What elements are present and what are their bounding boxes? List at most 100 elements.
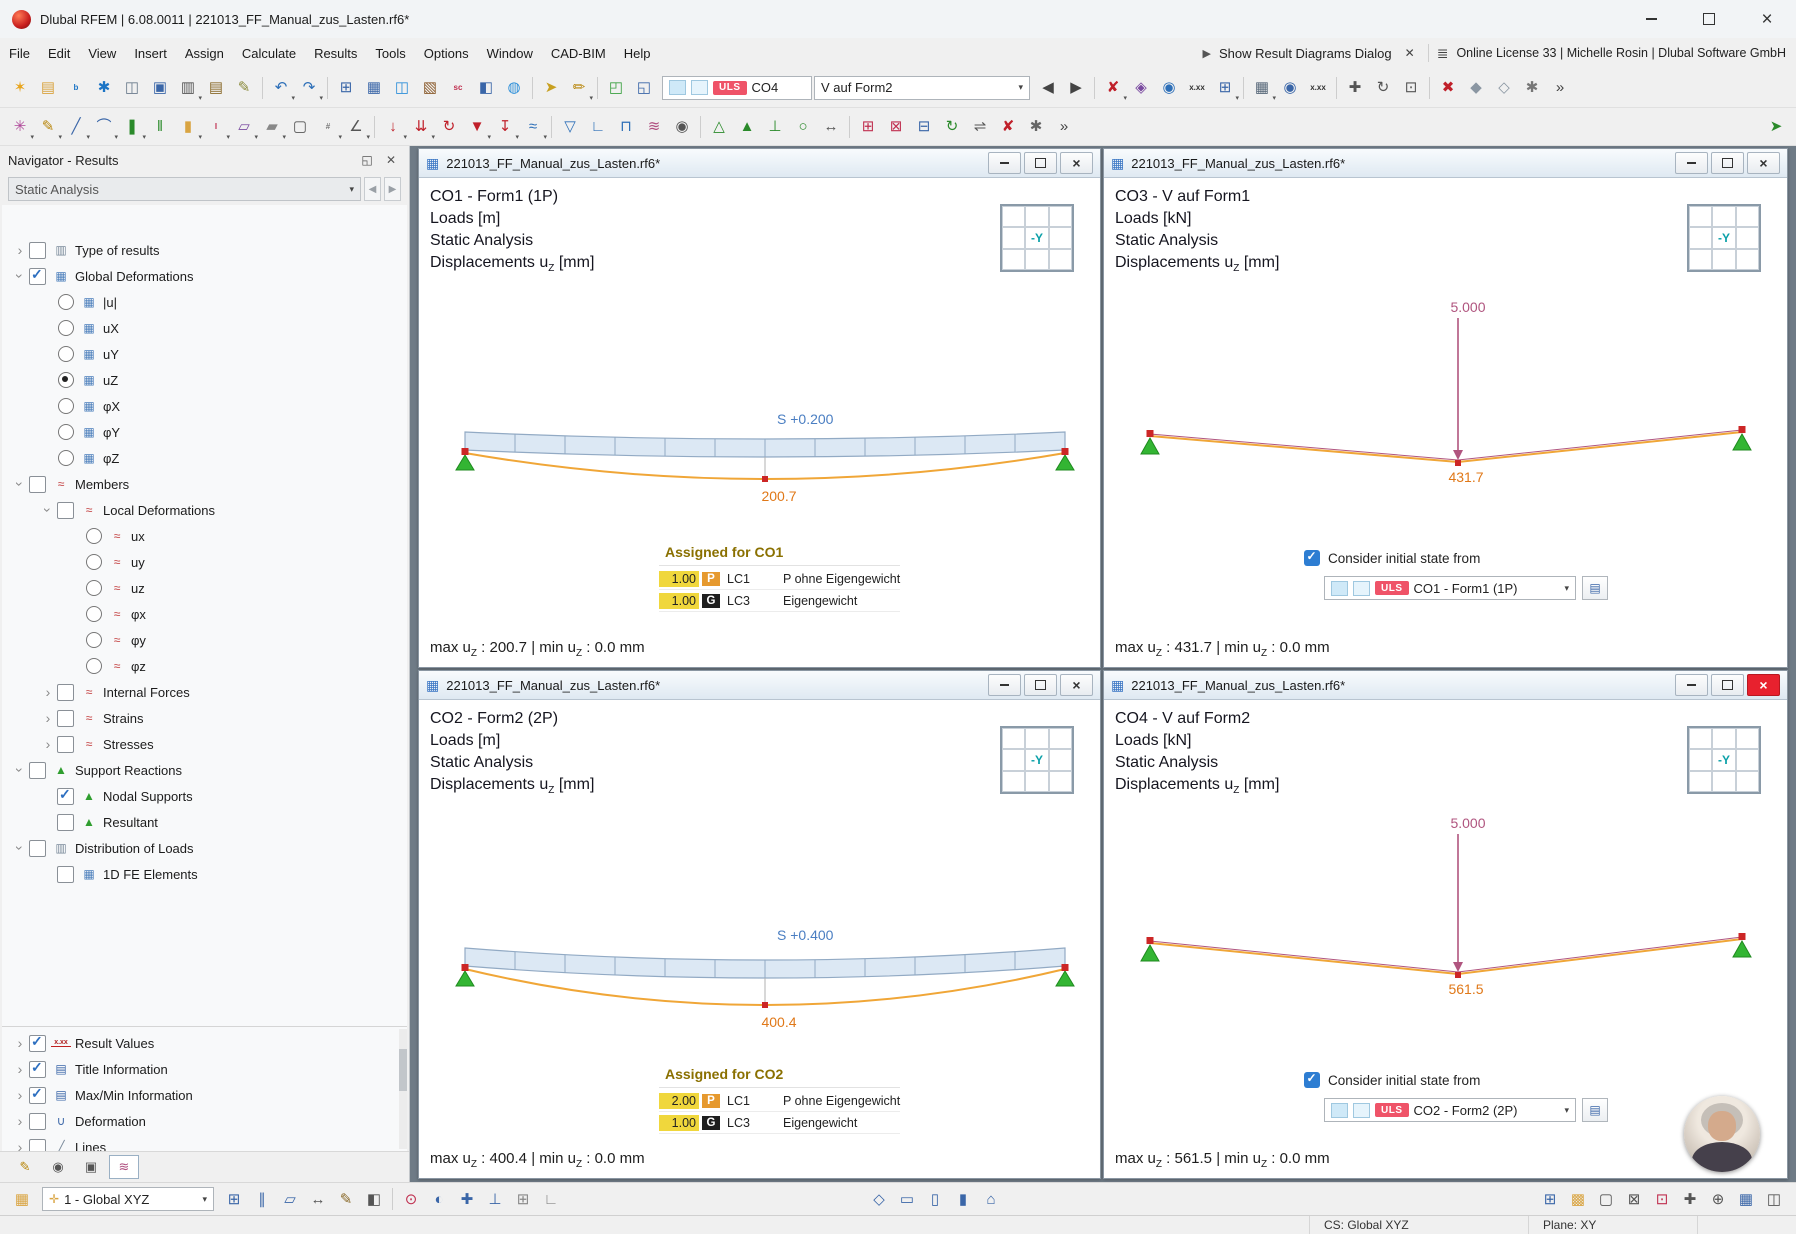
result-trajectories-button[interactable]: ≋ xyxy=(640,113,668,141)
nodal-load-button[interactable]: ↓▾ xyxy=(379,113,407,141)
view-cube-cell[interactable] xyxy=(1712,728,1735,749)
tree-item-members[interactable]: ›≈Members xyxy=(2,471,407,497)
tree-item-y[interactable]: ▦φY xyxy=(2,419,407,445)
result-window-co1[interactable]: ▦ 221013_FF_Manual_zus_Lasten.rf6* × CO1… xyxy=(418,148,1101,668)
stop-calculation-button[interactable]: ✖ xyxy=(1434,74,1462,102)
view-cube-cell[interactable] xyxy=(1049,771,1072,792)
display-option-lines[interactable]: ›╱Lines xyxy=(2,1134,407,1151)
view-isometric-button[interactable]: ◇ xyxy=(865,1185,893,1213)
minimize-button[interactable] xyxy=(1675,674,1708,696)
show-full-model-button[interactable]: ⌂ xyxy=(977,1185,1005,1213)
view-cube[interactable]: -Y xyxy=(1000,204,1074,272)
filter-view-button[interactable]: ▽ xyxy=(556,113,584,141)
maximize-button[interactable] xyxy=(1680,0,1738,38)
snap-perpendicular-button[interactable]: ⊥ xyxy=(481,1185,509,1213)
radio-y[interactable] xyxy=(86,632,102,648)
save-model-button[interactable]: ▣ xyxy=(146,74,174,102)
solid-display-mode-button[interactable]: ◆ xyxy=(1462,74,1490,102)
nodal-support-button[interactable]: △ xyxy=(705,113,733,141)
radio-z[interactable] xyxy=(86,658,102,674)
model-view[interactable]: CO1 - Form1 (1P) Loads [m] Static Analys… xyxy=(419,178,1100,667)
export-sc-button[interactable]: sc xyxy=(444,74,472,102)
menu-results[interactable]: Results xyxy=(305,40,366,67)
new-section-button[interactable]: I▾ xyxy=(202,113,230,141)
display-option-result-values[interactable]: ›x.xxResult Values xyxy=(2,1030,407,1056)
moment-load-button[interactable]: ↻ xyxy=(435,113,463,141)
expand-chevron-icon[interactable]: › xyxy=(40,736,56,752)
tree-item-distribution-of-loads[interactable]: ›▥Distribution of Loads xyxy=(2,835,407,861)
regenerate-model-button[interactable]: ↻ xyxy=(938,113,966,141)
license-list-icon[interactable]: ≣ xyxy=(1437,45,1449,62)
view-cube-cell[interactable] xyxy=(1002,249,1025,270)
new-solid-button[interactable]: ▰▾ xyxy=(258,113,286,141)
visibility-states-button[interactable]: ◉ xyxy=(1276,74,1304,102)
new-column-button[interactable]: ▮▾ xyxy=(174,113,202,141)
child-window-titlebar[interactable]: ▦ 221013_FF_Manual_zus_Lasten.rf6* × xyxy=(1104,671,1787,700)
menu-insert[interactable]: Insert xyxy=(125,40,176,67)
tree-item-strains[interactable]: ›≈Strains xyxy=(2,705,407,731)
coordinate-system-combo[interactable]: ✛ 1 - Global XYZ ▾ xyxy=(42,1187,214,1211)
radio-uy[interactable] xyxy=(58,346,74,362)
section-diagram-button[interactable]: ⊓ xyxy=(612,113,640,141)
next-load-case-button[interactable]: ▶ xyxy=(1062,74,1090,102)
fixed-support-button[interactable]: ⊥ xyxy=(761,113,789,141)
export-file-button[interactable]: ▤ xyxy=(202,74,230,102)
tab-display[interactable]: ✎ xyxy=(10,1155,40,1179)
tree-item-type-of-results[interactable]: ›▥Type of results xyxy=(2,237,407,263)
next-analysis-button[interactable]: ▶ xyxy=(384,177,401,201)
tree-item-uz[interactable]: ≈uz xyxy=(2,575,407,601)
result-diagram-button[interactable]: ∟ xyxy=(584,113,612,141)
snap-grid-button[interactable]: ⊞ xyxy=(509,1185,537,1213)
work-plane-select-button[interactable]: ▦ xyxy=(8,1185,36,1213)
radio-ux[interactable] xyxy=(86,528,102,544)
tab-results[interactable]: ≋ xyxy=(109,1155,139,1179)
background-display-button[interactable]: ◫ xyxy=(1760,1185,1788,1213)
radio-ux[interactable] xyxy=(58,320,74,336)
child-window-titlebar[interactable]: ▦ 221013_FF_Manual_zus_Lasten.rf6* × xyxy=(419,671,1100,700)
view-xy-button[interactable]: ▭ xyxy=(893,1185,921,1213)
tree-item-local-deformations[interactable]: ›≈Local Deformations xyxy=(2,497,407,523)
new-model-button[interactable]: ✶ xyxy=(6,74,34,102)
display-option-deformation[interactable]: ›∪Deformation xyxy=(2,1108,407,1134)
visual-objects-button[interactable]: ◧ xyxy=(360,1185,388,1213)
view-cube-cell[interactable] xyxy=(1049,227,1072,248)
maximize-button[interactable] xyxy=(1711,674,1744,696)
work-planes-button[interactable]: ▱ xyxy=(276,1185,304,1213)
camera-view-button[interactable]: ◉ xyxy=(668,113,696,141)
menu-assign[interactable]: Assign xyxy=(176,40,233,67)
view-cube-cell[interactable] xyxy=(1736,749,1759,770)
radio-x[interactable] xyxy=(86,606,102,622)
panel-settings-button[interactable]: ⊞▾ xyxy=(1211,74,1239,102)
view-cube-cell[interactable] xyxy=(1049,206,1072,227)
view-cube-face-label[interactable]: -Y xyxy=(1712,227,1735,248)
generate-model-button[interactable]: ✳▾ xyxy=(6,113,34,141)
view-cube-cell[interactable] xyxy=(1049,749,1072,770)
tree-item-uz[interactable]: ▦uZ xyxy=(2,367,407,393)
checkbox-lines[interactable] xyxy=(29,1139,46,1152)
checkbox-support-reactions[interactable] xyxy=(29,762,46,779)
view-cube-face-label[interactable]: -Y xyxy=(1025,227,1048,248)
checkbox-1d-fe-elements[interactable] xyxy=(57,866,74,883)
printout-report-button[interactable]: ▧ xyxy=(416,74,444,102)
view-cube-cell[interactable] xyxy=(1025,728,1048,749)
view-cube-cell[interactable] xyxy=(1736,227,1759,248)
tree-item-x[interactable]: ≈φx xyxy=(2,601,407,627)
minimize-button[interactable] xyxy=(1622,0,1680,38)
tree-item-internal-forces[interactable]: ›≈Internal Forces xyxy=(2,679,407,705)
close-button[interactable]: × xyxy=(1060,674,1093,696)
minimize-button[interactable] xyxy=(988,674,1021,696)
model-view[interactable]: CO4 - V auf Form2 Loads [kN] Static Anal… xyxy=(1104,700,1787,1178)
result-tables-button[interactable]: ▦ xyxy=(360,74,388,102)
radio-z[interactable] xyxy=(58,450,74,466)
result-interpolation-button[interactable]: ◈ xyxy=(1127,74,1155,102)
view-cube[interactable]: -Y xyxy=(1687,726,1761,794)
rotate-view-button[interactable]: ↻ xyxy=(1369,74,1397,102)
initial-state-combo[interactable]: ULS CO2 - Form2 (2P) ▾ xyxy=(1324,1098,1576,1122)
checkbox-max-min-information[interactable] xyxy=(29,1087,46,1104)
measure-angle-button[interactable]: ∠▾ xyxy=(342,113,370,141)
dlubal-online-button[interactable]: b xyxy=(62,74,90,102)
display-properties-button[interactable]: ◧ xyxy=(472,74,500,102)
tree-item-z[interactable]: ▦φZ xyxy=(2,445,407,471)
expand-chevron-icon[interactable]: › xyxy=(12,1061,28,1077)
checkbox-stresses[interactable] xyxy=(57,736,74,753)
